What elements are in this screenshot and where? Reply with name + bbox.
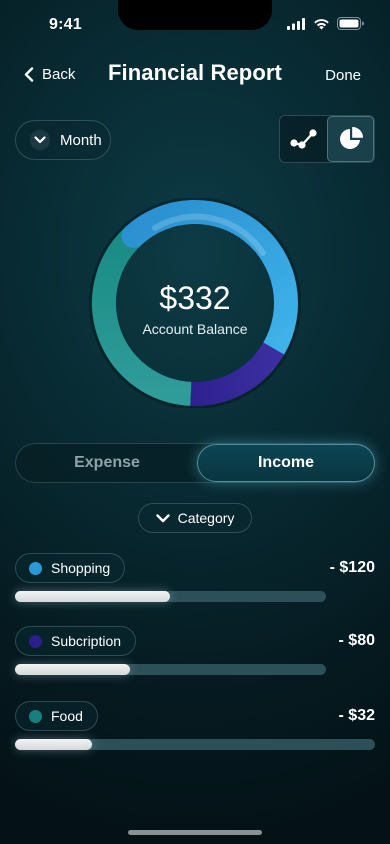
- category-amount: - $80: [338, 632, 375, 649]
- line-chart-button[interactable]: [280, 116, 327, 162]
- status-icons: [287, 17, 364, 30]
- expense-tab[interactable]: Expense: [16, 444, 198, 482]
- account-balance-label: Account Balance: [142, 321, 248, 337]
- category-progress-fill: [15, 739, 92, 750]
- category-name: Subcription: [51, 633, 122, 649]
- home-indicator: [128, 830, 262, 835]
- period-dropdown[interactable]: Month: [15, 120, 111, 160]
- category-dropdown[interactable]: Category: [138, 503, 252, 533]
- category-tag: Subcription: [15, 626, 137, 656]
- category-progress-bar: [15, 591, 326, 602]
- income-tab[interactable]: Income: [197, 444, 375, 482]
- status-time: 9:41: [49, 16, 82, 33]
- chevron-down-icon: [155, 513, 170, 522]
- status-bar: 9:41: [0, 0, 390, 50]
- period-label: Month: [60, 131, 102, 149]
- category-amount: - $32: [338, 707, 375, 724]
- category-color-dot: [29, 561, 42, 575]
- navigation-bar: Back Financial Report Done: [0, 58, 390, 92]
- cellular-signal-icon: [287, 17, 305, 30]
- category-color-dot: [29, 709, 42, 723]
- line-chart-icon: [289, 129, 317, 149]
- category-name: Shopping: [51, 560, 111, 576]
- device-notch: [118, 0, 272, 30]
- battery-icon: [337, 17, 364, 30]
- chart-type-toggle: [279, 115, 375, 163]
- category-progress-bar: [15, 664, 326, 675]
- category-tag: Shopping: [15, 553, 126, 583]
- donut-segment-purple: [190, 342, 285, 406]
- balance-donut-chart: $332 Account Balance: [85, 198, 305, 408]
- wifi-icon: [314, 18, 329, 29]
- category-name: Food: [51, 708, 83, 724]
- category-amount: - $120: [329, 559, 375, 576]
- category-progress-fill: [15, 664, 130, 675]
- category-progress-fill: [15, 591, 170, 602]
- account-balance-value: $332: [159, 280, 231, 316]
- done-button[interactable]: Done: [325, 67, 361, 84]
- category-row-shopping[interactable]: Shopping - $120: [15, 553, 375, 603]
- category-progress-bar: [15, 739, 375, 750]
- category-row-subscription[interactable]: Subcription - $80: [15, 626, 375, 676]
- category-row-food[interactable]: Food - $32: [15, 701, 375, 751]
- category-label: Category: [177, 510, 235, 526]
- pie-chart-icon: [339, 126, 363, 149]
- category-color-dot: [29, 634, 42, 648]
- pie-chart-button[interactable]: [327, 116, 374, 162]
- chevron-down-icon: [30, 130, 50, 150]
- expense-income-switch: Expense Income: [15, 443, 375, 483]
- category-tag: Food: [15, 701, 98, 731]
